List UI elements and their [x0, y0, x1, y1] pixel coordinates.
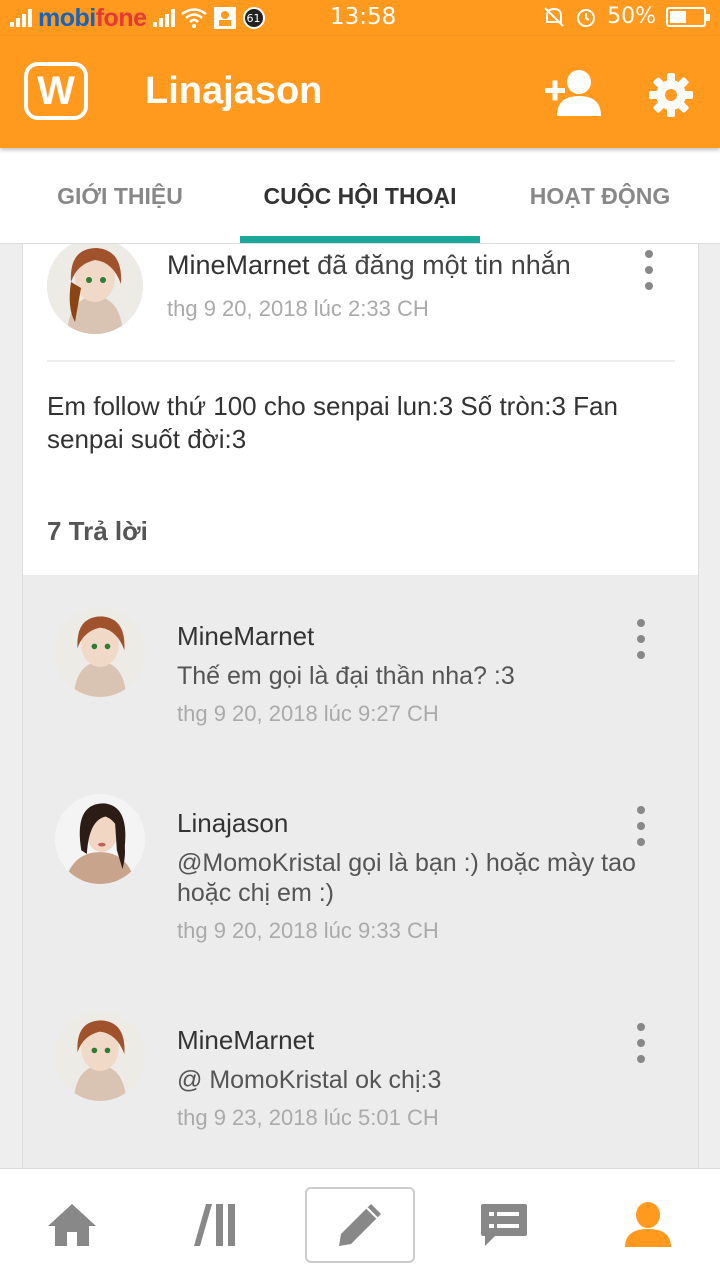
post-body: Em follow thứ 100 cho senpai lun:3 Số tr…: [47, 391, 618, 454]
add-user-icon: [545, 70, 601, 116]
post-author[interactable]: MineMarnet: [167, 250, 310, 280]
reply-text: @ MomoKristal ok chị:3: [177, 1066, 442, 1094]
avatar[interactable]: [55, 794, 145, 884]
divider: [47, 360, 675, 362]
profile-icon: [625, 1202, 671, 1247]
tab-activity[interactable]: HOẠT ĐỘNG: [480, 148, 720, 244]
notification-app-icon: [213, 6, 237, 30]
nav-home-button[interactable]: [0, 1169, 144, 1280]
logo-letter: W: [37, 69, 75, 113]
reply-item: MineMarnet @ MomoKristal ok chị:3 thg 9 …: [23, 1011, 698, 1168]
reply-text: Thế em gọi là đại thần nha? :3: [177, 662, 515, 690]
reply-more-menu[interactable]: [631, 1023, 651, 1063]
reply-author[interactable]: Linajason: [177, 808, 288, 839]
battery-level-fill: [670, 10, 686, 23]
settings-gear-icon: [649, 73, 693, 117]
nav-library-button[interactable]: [144, 1169, 288, 1280]
settings-button[interactable]: [648, 72, 694, 118]
bottom-navigation: [0, 1168, 720, 1280]
signal-icon-2: [152, 9, 175, 27]
home-icon: [48, 1204, 96, 1246]
reply-date: thg 9 20, 2018 lúc 9:33 CH: [177, 918, 439, 943]
replies-list: MineMarnet Thế em gọi là đại thần nha? :…: [23, 575, 698, 1168]
status-bar: mobifone 61 13:58 50%: [0, 0, 720, 36]
post-action: đã đăng một tin nhắn: [309, 250, 571, 280]
reply-count[interactable]: 7 Trả lời: [47, 516, 148, 547]
notification-badge: 61: [242, 7, 265, 29]
reply-item: Linajason @MomoKristal gọi là bạn :) hoặ…: [23, 794, 698, 998]
post-more-menu[interactable]: [639, 250, 659, 290]
app-bar: W Linajason: [0, 36, 720, 148]
battery-icon: [666, 6, 710, 27]
reply-text: @MomoKristal gọi là bạn :) hoặc mày tao …: [177, 849, 636, 907]
avatar[interactable]: [55, 607, 145, 697]
active-tab-indicator: [240, 236, 480, 243]
status-left: mobifone 61: [10, 4, 265, 32]
add-user-button[interactable]: [543, 66, 603, 120]
avatar[interactable]: [55, 1011, 145, 1101]
profile-tabs: GIỚI THIỆU CUỘC HỘI THOẠI HOẠT ĐỘNG: [0, 148, 720, 244]
signal-icon: [10, 9, 32, 27]
alarm-icon: [575, 6, 597, 28]
reply-more-menu[interactable]: [631, 619, 651, 659]
write-button-frame: [305, 1187, 415, 1263]
tab-about[interactable]: GIỚI THIỆU: [0, 148, 240, 244]
status-right: 50%: [543, 4, 710, 29]
conversation-card: MineMarnet đã đăng một tin nhắn thg 9 20…: [22, 244, 699, 1168]
reply-item: MineMarnet Thế em gọi là đại thần nha? :…: [23, 607, 698, 781]
library-icon: [194, 1204, 235, 1246]
wattpad-logo[interactable]: W: [24, 62, 88, 120]
wifi-icon: [180, 8, 207, 28]
clock: 13:58: [330, 4, 397, 30]
carrier-name: mobifone: [38, 3, 147, 32]
nav-profile-button[interactable]: [576, 1169, 720, 1280]
reply-date: thg 9 20, 2018 lúc 9:27 CH: [177, 701, 439, 726]
reply-date: thg 9 23, 2018 lúc 5:01 CH: [177, 1105, 439, 1130]
reply-author[interactable]: MineMarnet: [177, 1025, 314, 1056]
reply-author[interactable]: MineMarnet: [177, 621, 314, 652]
reply-more-menu[interactable]: [631, 806, 651, 846]
nav-write-button[interactable]: [288, 1169, 432, 1280]
tab-conversations[interactable]: CUỘC HỘI THOẠI: [240, 148, 480, 244]
post-header: MineMarnet đã đăng một tin nhắn: [167, 250, 571, 281]
profile-title: Linajason: [145, 70, 323, 112]
battery-percent: 50%: [607, 4, 656, 29]
write-pencil-icon: [339, 1204, 381, 1246]
nav-messages-button[interactable]: [432, 1169, 576, 1280]
avatar[interactable]: [47, 244, 143, 334]
post-date: thg 9 20, 2018 lúc 2:33 CH: [167, 296, 429, 321]
messages-icon: [481, 1204, 527, 1246]
silent-bell-icon: [543, 6, 565, 28]
